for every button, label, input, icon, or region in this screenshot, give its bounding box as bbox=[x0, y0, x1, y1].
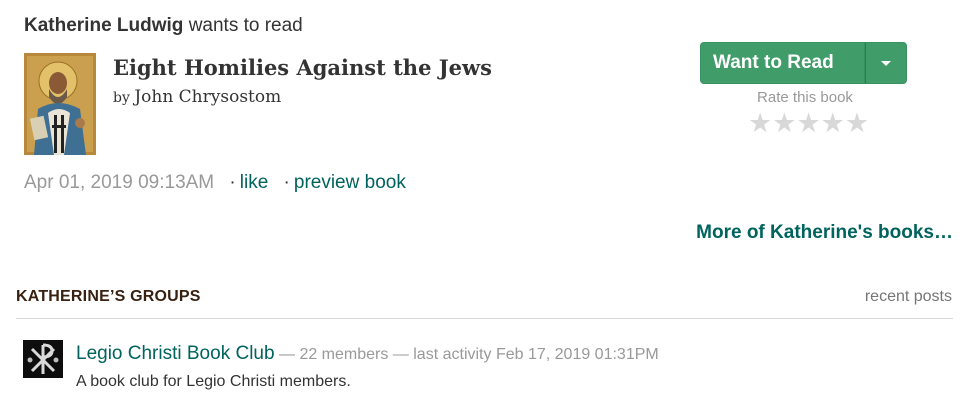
more-books-link[interactable]: More of Katherine's books… bbox=[696, 220, 953, 246]
star-icon-1[interactable]: ★ bbox=[748, 108, 772, 138]
groups-heading: KATHERINE’S GROUPS bbox=[16, 288, 201, 305]
group-row: Legio Christi Book Club — 22 members — l… bbox=[76, 342, 659, 367]
update-meta-line: Apr 01, 2019 09:13AM · like · preview book bbox=[24, 170, 406, 196]
book-byline: by John Chrysostom bbox=[113, 86, 281, 109]
separator-dot: · bbox=[229, 172, 236, 193]
star-icon-4[interactable]: ★ bbox=[821, 108, 845, 138]
want-to-read-button-group: Want to Read bbox=[700, 42, 907, 84]
group-details: — 22 members — last activity Feb 17, 201… bbox=[274, 346, 659, 363]
star-icon-2[interactable]: ★ bbox=[772, 108, 796, 138]
recent-posts-link[interactable]: recent posts bbox=[865, 286, 952, 308]
want-to-read-button[interactable]: Want to Read bbox=[700, 42, 865, 84]
actor-name-link[interactable]: Katherine Ludwig bbox=[24, 15, 183, 36]
update-timestamp[interactable]: Apr 01, 2019 09:13AM bbox=[24, 172, 214, 193]
update-action-text: wants to read bbox=[188, 15, 303, 36]
author-link[interactable]: John Chrysostom bbox=[134, 87, 281, 107]
like-link[interactable]: like bbox=[240, 172, 269, 193]
caret-down-icon bbox=[881, 60, 891, 66]
preview-book-link[interactable]: preview book bbox=[294, 172, 406, 193]
update-header: Katherine Ludwig wants to read bbox=[24, 14, 303, 38]
chi-rho-icon-art bbox=[23, 340, 63, 378]
separator-dot: · bbox=[283, 172, 290, 193]
shelf-dropdown-button[interactable] bbox=[865, 42, 907, 84]
star-icon-3[interactable]: ★ bbox=[796, 108, 820, 138]
section-divider bbox=[16, 318, 953, 319]
star-icon-5[interactable]: ★ bbox=[845, 108, 869, 138]
chi-rho-icon[interactable] bbox=[23, 340, 63, 378]
by-label: by bbox=[113, 90, 130, 106]
book-cover-image[interactable] bbox=[24, 53, 96, 155]
rate-this-book-label: Rate this book bbox=[757, 89, 853, 106]
book-title-link[interactable]: Eight Homilies Against the Jews bbox=[113, 54, 492, 82]
star-rating: ★ ★ ★ ★ ★ bbox=[748, 108, 869, 138]
saint-icon-cover-art bbox=[24, 53, 96, 155]
group-name-link[interactable]: Legio Christi Book Club bbox=[76, 343, 275, 364]
group-description: A book club for Legio Christi members. bbox=[76, 373, 351, 390]
